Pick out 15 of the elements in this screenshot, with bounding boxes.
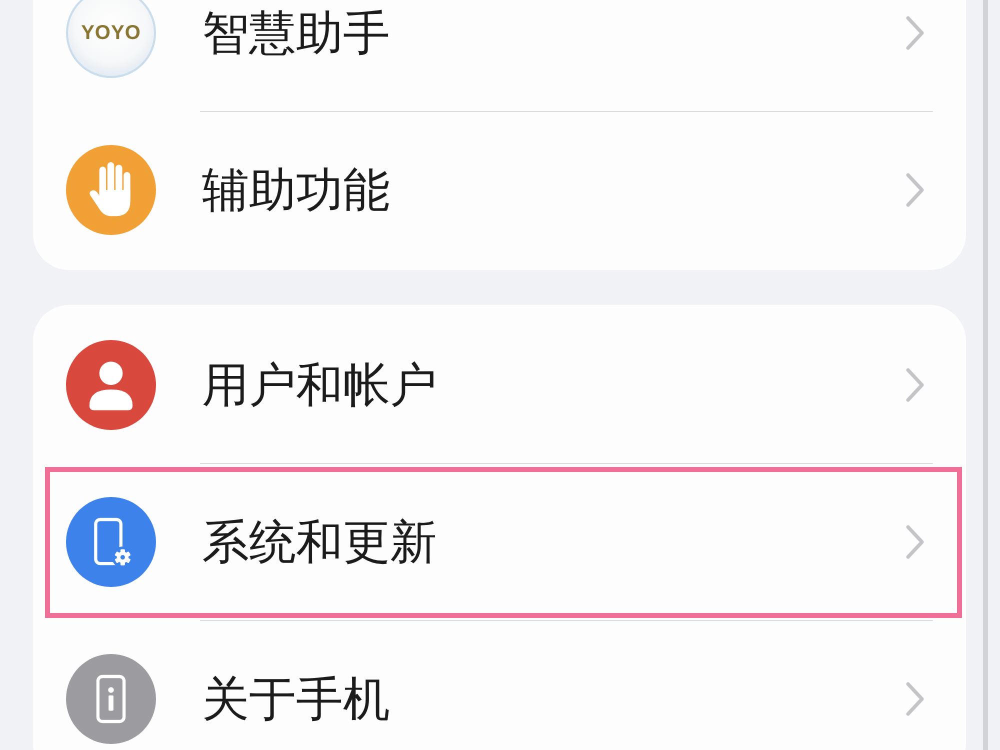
settings-item[interactable]: YOYO 智慧助手 (33, 0, 966, 111)
hand-icon (66, 145, 156, 235)
settings-item[interactable]: 关于手机 (33, 621, 966, 750)
settings-item[interactable]: 系统和更新 (33, 464, 966, 620)
phone-info-icon (66, 654, 156, 744)
chevron-icon (905, 524, 925, 560)
chevron-icon (905, 172, 925, 208)
chevron-icon (905, 15, 925, 51)
user-icon (66, 340, 156, 430)
chevron-icon (905, 681, 925, 717)
bubble-logo: YOYO (66, 0, 156, 78)
chevron-icon (905, 367, 925, 403)
settings-item[interactable]: 用户和帐户 (33, 307, 966, 463)
phone-gear-icon (66, 497, 156, 587)
settings-item[interactable]: 辅助功能 (33, 112, 966, 268)
